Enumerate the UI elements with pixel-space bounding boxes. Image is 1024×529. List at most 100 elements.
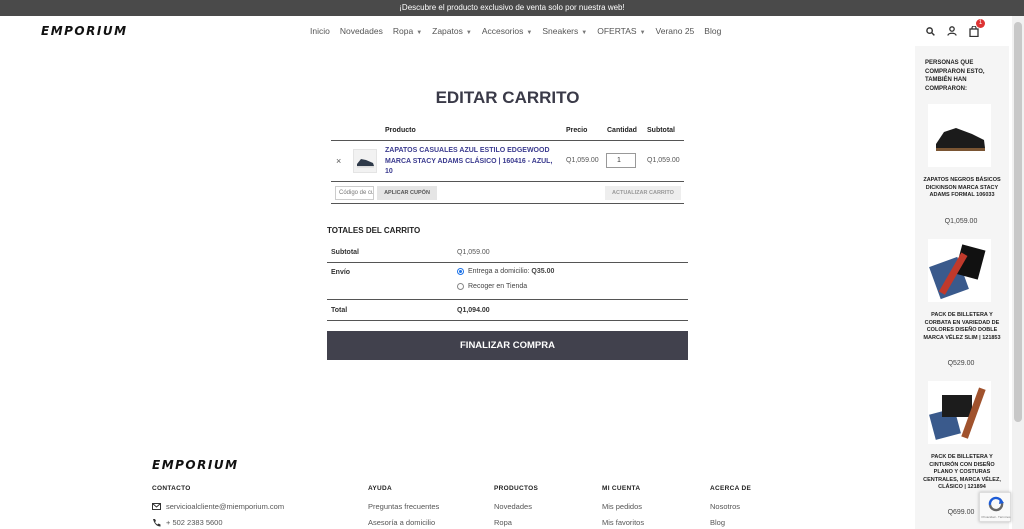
page-scrollbar[interactable] (1012, 16, 1024, 529)
footer-help: AYUDA Preguntas frecuentes Asesoría a do… (368, 485, 439, 529)
footer-link[interactable]: Blog (710, 518, 751, 527)
radio-unselected[interactable] (457, 283, 464, 290)
header-icons: 1 (924, 19, 985, 38)
footer-link[interactable]: Ropa (494, 518, 538, 527)
footer-link[interactable]: Mis favoritos (602, 518, 644, 527)
footer-phone-link[interactable]: + 502 2383 5600 (152, 518, 284, 527)
nav-label: Verano 25 (655, 26, 695, 36)
recaptcha-text: Privacidad - Términos (981, 515, 1011, 519)
footer-link[interactable]: Asesoría a domicilio (368, 518, 439, 527)
nav-item-novedades[interactable]: Novedades (340, 26, 383, 36)
apply-coupon-button[interactable]: APLICAR CUPÓN (377, 186, 437, 200)
chevron-down-icon: ▼ (581, 30, 588, 36)
chevron-down-icon: ▼ (416, 30, 423, 36)
scrollbar-thumb[interactable] (1014, 22, 1022, 422)
footer-link[interactable]: Nosotros (710, 502, 751, 511)
nav-item-verano-25[interactable]: Verano 25 (656, 26, 695, 36)
delivery-price: Q35.00 (531, 268, 555, 275)
shipping-option-delivery[interactable]: Entrega a domicilio: Q35.00 (457, 268, 554, 275)
related-product-name[interactable]: ZAPATOS NEGROS BÁSICOS DICKINSON MARCA S… (919, 177, 1005, 200)
product-thumbnail[interactable] (353, 149, 377, 173)
chevron-down-icon: ▼ (639, 30, 646, 36)
col-quantity: Cantidad (607, 127, 637, 134)
user-icon[interactable] (946, 24, 958, 38)
related-product-name[interactable]: PACK DE BILLETERA Y CORBATA EN VARIEDAD … (919, 312, 1005, 342)
nav-label: Inicio (310, 26, 330, 36)
recaptcha-badge[interactable]: Privacidad - Términos (979, 492, 1011, 522)
delivery-text: Entrega a domicilio: (468, 268, 532, 275)
footer-email-link[interactable]: servicioalcliente@miemporium.com (152, 502, 284, 511)
main-nav: Inicio Novedades Ropa ▼ Zapatos ▼ Accesori… (310, 26, 721, 36)
footer-link[interactable]: Preguntas frecuentes (368, 502, 439, 511)
brand-logo[interactable]: EMPORIUM (41, 24, 128, 38)
footer-about: ACERCA DE Nosotros Blog (710, 485, 751, 529)
coupon-code-input[interactable]: Código de cupón (335, 186, 374, 200)
recaptcha-icon (988, 496, 1004, 512)
remove-item-button[interactable]: × (336, 156, 341, 166)
related-product-image[interactable] (928, 381, 991, 444)
related-product-image[interactable] (928, 239, 991, 302)
envelope-icon (152, 503, 161, 510)
totals-total-row: Total Q1,094.00 (327, 300, 688, 321)
nav-label: Accesorios (481, 26, 524, 36)
item-subtotal: Q1,059.00 (647, 157, 680, 164)
footer-logo[interactable]: EMPORIUM (152, 458, 239, 472)
nav-item-ofertas[interactable]: OFERTAS ▼ (597, 26, 645, 36)
footer-products: PRODUCTOS Novedades Ropa (494, 485, 538, 529)
totals-shipping-row: Envío Entrega a domicilio: Q35.00 Recoge… (327, 263, 688, 300)
checkout-button[interactable]: FINALIZAR COMPRA (327, 331, 688, 360)
footer-contact: CONTACTO servicioalcliente@miemporium.co… (152, 485, 284, 529)
related-product-price: Q1,059.00 (944, 218, 978, 225)
promo-text: ¡Descubre el producto exclusivo de venta… (399, 3, 625, 12)
footer-heading: MI CUENTA (602, 485, 641, 492)
nav-label: Novedades (339, 26, 383, 36)
related-products-sidebar: PERSONAS QUE COMPRARON ESTO, TAMBIÉN HAN… (915, 46, 1009, 529)
total-value: Q1,094.00 (457, 307, 490, 314)
total-label: Total (331, 307, 348, 314)
nav-item-zapatos[interactable]: Zapatos ▼ (432, 26, 472, 36)
nav-item-blog[interactable]: Blog (704, 26, 721, 36)
item-price: Q1,059.00 (566, 157, 599, 164)
subtotal-value: Q1,059.00 (457, 249, 490, 256)
delivery-label: Entrega a domicilio: Q35.00 (468, 268, 554, 275)
footer-account: MI CUENTA Mis pedidos Mis favoritos (602, 485, 644, 529)
radio-selected[interactable] (457, 268, 464, 275)
product-name-link[interactable]: ZAPATOS CASUALES AZUL ESTILO EDGEWOOD MA… (385, 146, 560, 178)
footer-heading: AYUDA (368, 485, 393, 492)
phone-text: + 502 2383 5600 (166, 518, 223, 527)
subtotal-label: Subtotal (331, 249, 359, 256)
pickup-label: Recoger en Tienda (468, 283, 528, 290)
footer-heading: ACERCA DE (710, 485, 752, 492)
footer-heading: PRODUCTOS (494, 485, 539, 492)
nav-item-sneakers[interactable]: Sneakers ▼ (542, 26, 587, 36)
related-product-price: Q529.00 (947, 360, 975, 367)
col-price: Precio (566, 127, 588, 134)
promo-bar: ¡Descubre el producto exclusivo de venta… (0, 0, 1024, 16)
shipping-option-pickup[interactable]: Recoger en Tienda (457, 283, 527, 290)
col-subtotal: Subtotal (647, 127, 675, 134)
footer-link[interactable]: Mis pedidos (602, 502, 644, 511)
shopping-bag-icon[interactable]: 1 (968, 19, 985, 38)
cart-item-row: × ZAPATOS CASUALES AZUL ESTILO EDGEWOOD … (331, 141, 684, 182)
cart-count-badge: 1 (976, 19, 985, 28)
footer-link[interactable]: Novedades (494, 502, 538, 511)
quantity-input[interactable]: 1 (606, 153, 636, 168)
page-title: EDITAR CARRITO (435, 88, 580, 107)
col-product: Producto (385, 127, 416, 134)
related-product-image[interactable] (928, 104, 991, 167)
email-text: servicioalcliente@miemporium.com (166, 502, 285, 511)
update-cart-button[interactable]: ACTUALIZAR CARRITO (605, 186, 681, 200)
related-product-name[interactable]: PACK DE BILLETERA Y CINTURÓN CON DISEÑO … (919, 454, 1005, 492)
nav-item-inicio[interactable]: Inicio (310, 26, 330, 36)
nav-label: OFERTAS (597, 26, 637, 36)
nav-label: Blog (704, 26, 722, 36)
nav-label: Sneakers (542, 26, 579, 36)
cart-table-header: Producto Precio Cantidad Subtotal (331, 124, 684, 141)
nav-label: Ropa (392, 26, 414, 36)
totals-subtotal-row: Subtotal Q1,059.00 (327, 242, 688, 263)
cart-actions: Código de cupón APLICAR CUPÓN ACTUALIZAR… (331, 182, 684, 204)
nav-item-accesorios[interactable]: Accesorios ▼ (482, 26, 533, 36)
search-icon[interactable] (924, 24, 936, 38)
shipping-label: Envío (331, 269, 351, 276)
nav-item-ropa[interactable]: Ropa ▼ (393, 26, 422, 36)
